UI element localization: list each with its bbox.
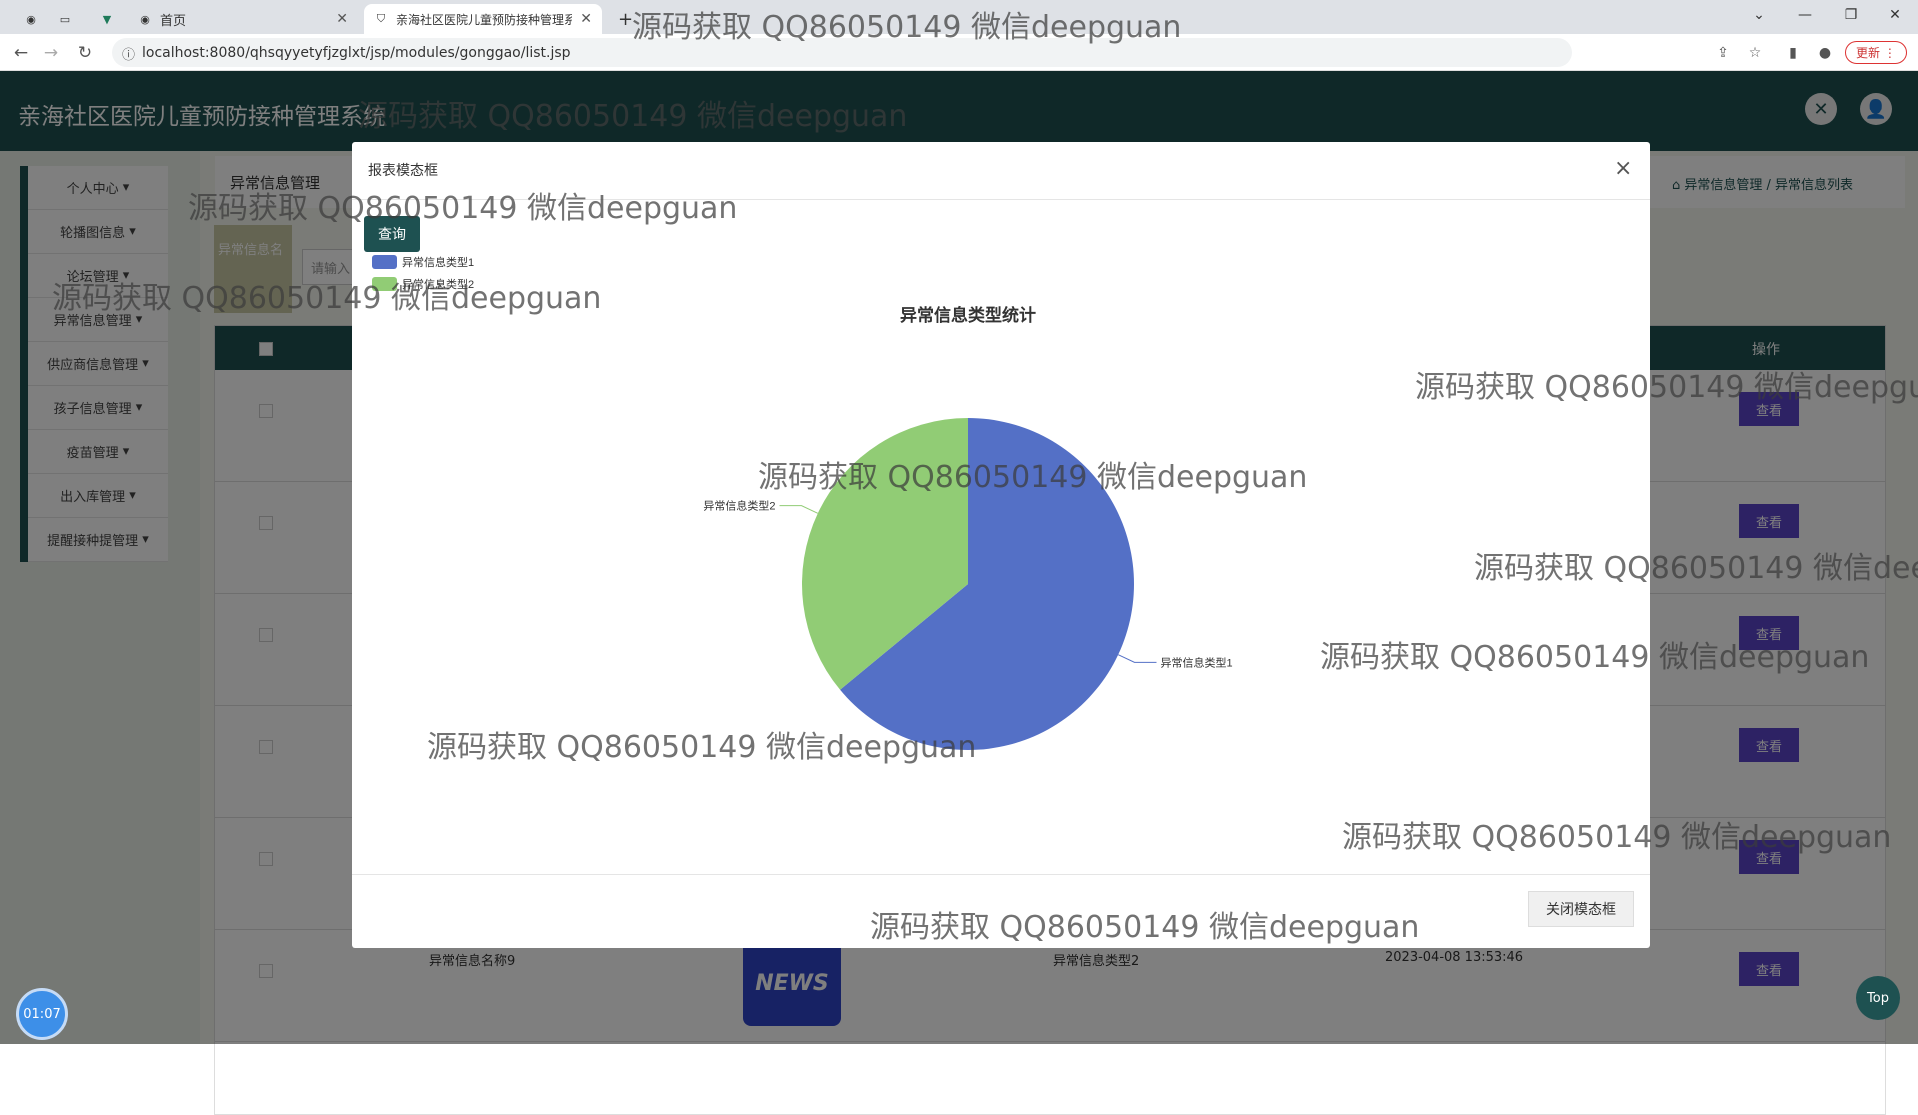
restore-button[interactable]: ❐ xyxy=(1828,0,1874,30)
tab-label: 亲海社区医院儿童预防接种管理系 xyxy=(396,12,572,27)
window-close-button[interactable]: ✕ xyxy=(1872,0,1918,30)
watermark: 源码获取 QQ86050149 微信deepguan xyxy=(1474,551,1918,586)
label-line xyxy=(1117,654,1157,663)
share-icon[interactable]: ⇪ xyxy=(1712,42,1734,64)
blank-page-icon: ▭ xyxy=(59,12,71,26)
minimize-button[interactable]: — xyxy=(1782,0,1828,30)
legend-label[interactable]: 异常信息类型1 xyxy=(402,255,474,269)
back-icon[interactable]: ← xyxy=(8,40,34,66)
watermark: 源码获取 QQ86050149 微信deepguan xyxy=(427,730,977,765)
pinned-tab-blank[interactable]: ▭ xyxy=(48,4,90,34)
watermark: 源码获取 QQ86050149 微信deepguan xyxy=(758,460,1308,495)
close-modal-button[interactable]: 关闭模态框 xyxy=(1528,891,1634,927)
globe-icon: ◉ xyxy=(140,12,150,26)
watermark: 源码获取 QQ86050149 微信deepguan xyxy=(52,281,602,316)
watermark: 源码获取 QQ86050149 微信deepguan xyxy=(632,10,1182,45)
back-to-top-button[interactable]: Top xyxy=(1856,976,1900,1020)
watermark: 源码获取 QQ86050149 微信deepguan xyxy=(358,99,908,134)
shield-icon: ⛉ xyxy=(376,12,386,25)
forward-icon[interactable]: → xyxy=(38,40,64,66)
label-line xyxy=(779,505,819,514)
profile-icon[interactable]: ● xyxy=(1814,42,1836,64)
watermark: 源码获取 QQ86050149 微信deepguan xyxy=(870,910,1420,945)
close-icon[interactable]: × xyxy=(1614,156,1632,181)
legend-swatch[interactable] xyxy=(372,255,397,269)
update-label: 更新 xyxy=(1856,46,1881,60)
watermark: 源码获取 QQ86050149 微信deepguan xyxy=(1342,820,1892,855)
watermark: 源码获取 QQ86050149 微信deepguan xyxy=(1320,640,1870,675)
plus-icon: + xyxy=(618,8,634,30)
pinned-tab-vue[interactable]: ▼ xyxy=(90,4,132,34)
globe-icon: ◉ xyxy=(26,12,36,26)
side-panel-icon[interactable]: ▮ xyxy=(1782,42,1804,64)
watermark: 源码获取 QQ86050149 微信deepguan xyxy=(1415,370,1918,405)
close-icon[interactable]: ✕ xyxy=(580,11,592,27)
close-icon[interactable]: ✕ xyxy=(336,11,348,27)
url-text: localhost:8080/qhsqyyetyfjzglxt/jsp/modu… xyxy=(142,44,571,61)
bookmark-star-icon[interactable]: ☆ xyxy=(1744,42,1766,64)
tab-active[interactable]: ⛉ 亲海社区医院儿童预防接种管理系 ✕ xyxy=(364,4,602,34)
update-button[interactable]: 更新 ⋮ xyxy=(1845,41,1907,64)
chart-title: 异常信息类型统计 xyxy=(900,305,1036,325)
vue-icon: ▼ xyxy=(102,12,112,26)
watermark: 源码获取 QQ86050149 微信deepguan xyxy=(188,191,738,226)
timer-badge[interactable]: 01:07 xyxy=(16,988,68,1040)
tab-label: 首页 xyxy=(160,13,187,29)
tab-home[interactable]: ◉ 首页 ✕ xyxy=(128,4,358,34)
slice-label: 异常信息类型1 xyxy=(1160,655,1232,669)
tab-search-icon[interactable]: ⌄ xyxy=(1736,0,1782,30)
slice-label: 异常信息类型2 xyxy=(703,499,775,513)
modal-title: 报表模态框 xyxy=(368,163,438,179)
info-icon[interactable]: ⓘ xyxy=(122,44,135,63)
reload-icon[interactable]: ↻ xyxy=(72,40,98,66)
